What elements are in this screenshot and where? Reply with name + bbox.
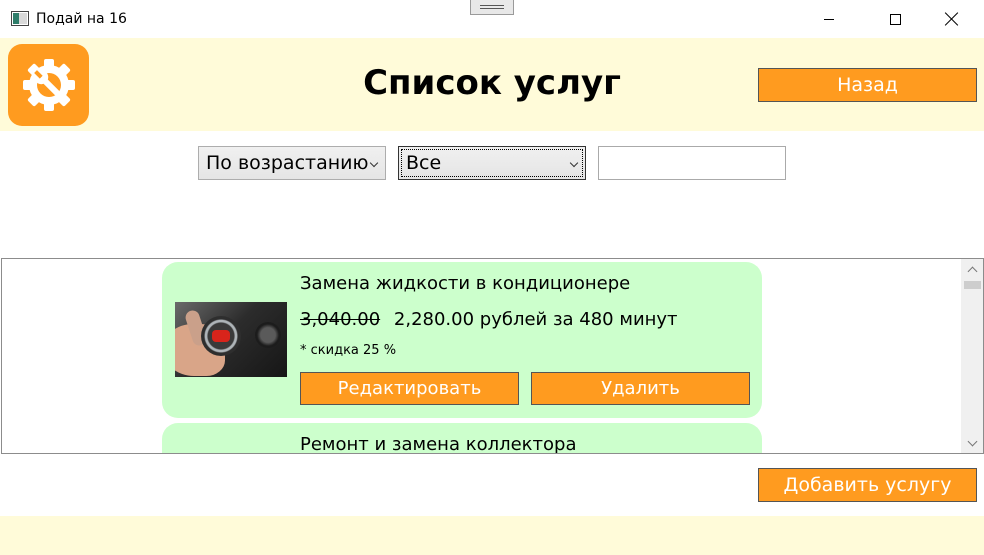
edit-button[interactable]: Редактировать: [300, 372, 519, 405]
discount-filter-value: Все: [406, 152, 442, 174]
header-band: Список услуг Назад: [0, 38, 984, 131]
delete-button[interactable]: Удалить: [531, 372, 750, 405]
sort-select[interactable]: По возрастанию: [198, 146, 386, 180]
chevron-down-icon: [369, 158, 379, 168]
minimize-icon: [824, 18, 834, 20]
new-price: 2,280.00: [393, 309, 475, 330]
service-title: Замена жидкости в кондиционере: [300, 273, 631, 294]
chevron-down-icon: [569, 158, 579, 168]
service-card: Замена жидкости в кондиционере 3,040.00 …: [162, 262, 762, 418]
scroll-up-icon[interactable]: [961, 259, 983, 279]
scroll-down-icon[interactable]: [961, 433, 983, 453]
footer-band: [0, 516, 984, 555]
page-title: Список услуг: [363, 63, 621, 103]
maximize-icon: [889, 13, 901, 25]
service-card: Ремонт и замена коллектора: [162, 423, 762, 454]
close-icon: [945, 12, 959, 26]
service-image: [175, 302, 287, 377]
discount-filter-select[interactable]: Все: [398, 146, 586, 180]
close-button[interactable]: [929, 0, 975, 38]
services-list[interactable]: Замена жидкости в кондиционере 3,040.00 …: [1, 258, 984, 454]
sort-select-value: По возрастанию: [206, 152, 369, 174]
logo: [8, 44, 89, 126]
price-suffix: рублей за 480 минут: [479, 309, 678, 330]
old-price: 3,040.00: [300, 309, 381, 330]
window-title: Подай на 16: [36, 11, 127, 27]
app-icon: [11, 11, 29, 26]
vertical-scrollbar[interactable]: [961, 259, 983, 453]
minimize-button[interactable]: [806, 0, 852, 38]
gear-wrench-icon: [22, 59, 75, 111]
discount-note: * скидка 25 %: [300, 343, 397, 358]
window-titlebar: Подай на 16: [0, 0, 984, 38]
maximize-button[interactable]: [872, 0, 918, 38]
add-service-button[interactable]: Добавить услугу: [758, 468, 977, 502]
service-price: 3,040.00 2,280.00 рублей за 480 минут: [300, 308, 678, 332]
service-title: Ремонт и замена коллектора: [300, 434, 577, 454]
scrollbar-thumb[interactable]: [964, 281, 981, 289]
drag-handle-icon[interactable]: [470, 0, 514, 15]
search-input[interactable]: [598, 146, 786, 180]
back-button[interactable]: Назад: [758, 68, 977, 102]
